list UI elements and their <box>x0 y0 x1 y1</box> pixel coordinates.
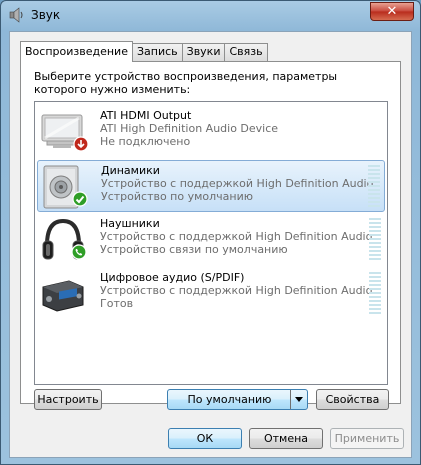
instruction-text: Выберите устройство воспроизведения, пар… <box>34 70 338 96</box>
device-description: ATI High Definition Audio Device <box>100 122 279 135</box>
dialog-client-area: Воспроизведение Запись Звуки Связь Выбер… <box>9 31 412 458</box>
device-item-hdmi[interactable]: ATI HDMI Output ATI High Definition Audi… <box>37 106 385 158</box>
sound-dialog-window: Звук ✕ Воспроизведение Запись Звуки Связ… <box>0 0 421 465</box>
device-status: Устройство связи по умолчанию <box>100 243 288 256</box>
device-name: Наушники <box>100 217 160 230</box>
playback-panel: Выберите устройство воспроизведения, пар… <box>20 61 401 410</box>
cancel-button[interactable]: Отмена <box>249 428 323 449</box>
tab-sounds[interactable]: Звуки <box>181 43 226 61</box>
tab-recording[interactable]: Запись <box>131 43 183 61</box>
set-default-button[interactable]: По умолчанию <box>167 389 308 410</box>
tab-strip: Воспроизведение Запись Звуки Связь <box>20 41 268 62</box>
device-name: Динамики <box>101 164 160 177</box>
device-list[interactable]: ATI HDMI Output ATI High Definition Audi… <box>34 101 388 385</box>
dropdown-arrow-icon[interactable] <box>290 390 307 409</box>
device-description: Устройство с поддержкой High Definition … <box>101 177 374 190</box>
properties-button[interactable]: Свойства <box>316 389 389 410</box>
tab-playback[interactable]: Воспроизведение <box>20 41 133 62</box>
device-description: Устройство с поддержкой High Definition … <box>100 284 373 297</box>
level-meter <box>369 218 381 260</box>
device-status: Устройство по умолчанию <box>101 190 254 203</box>
level-meter <box>369 272 381 314</box>
device-name: Цифровое аудио (S/PDIF) <box>100 271 245 284</box>
device-item-speakers[interactable]: Динамики Устройство с поддержкой High De… <box>37 160 385 212</box>
tab-communications[interactable]: Связь <box>224 43 268 61</box>
device-item-spdif[interactable]: Цифровое аудио (S/PDIF) Устройство с под… <box>37 268 385 320</box>
apply-button[interactable]: Применить <box>330 428 404 449</box>
window-title: Звук <box>31 8 61 22</box>
device-name: ATI HDMI Output <box>100 109 192 122</box>
close-icon: ✕ <box>386 4 398 19</box>
sound-icon <box>9 7 25 23</box>
disconnected-badge-icon <box>73 136 89 155</box>
ok-button[interactable]: ОК <box>168 428 242 449</box>
configure-button[interactable]: Настроить <box>34 389 102 410</box>
close-button[interactable]: ✕ <box>370 2 414 21</box>
device-item-headphones[interactable]: Наушники Устройство с поддержкой High De… <box>37 214 385 266</box>
device-status: Не подключено <box>100 135 191 148</box>
communication-phone-icon <box>71 244 87 263</box>
level-meter <box>368 165 380 207</box>
device-status: Готов <box>100 297 134 310</box>
spdif-receiver-icon <box>39 271 87 317</box>
default-check-icon <box>72 191 88 210</box>
device-description: Устройство с поддержкой High Definition … <box>100 230 373 243</box>
title-bar[interactable]: Звук ✕ <box>1 1 420 29</box>
set-default-label: По умолчанию <box>187 393 272 406</box>
